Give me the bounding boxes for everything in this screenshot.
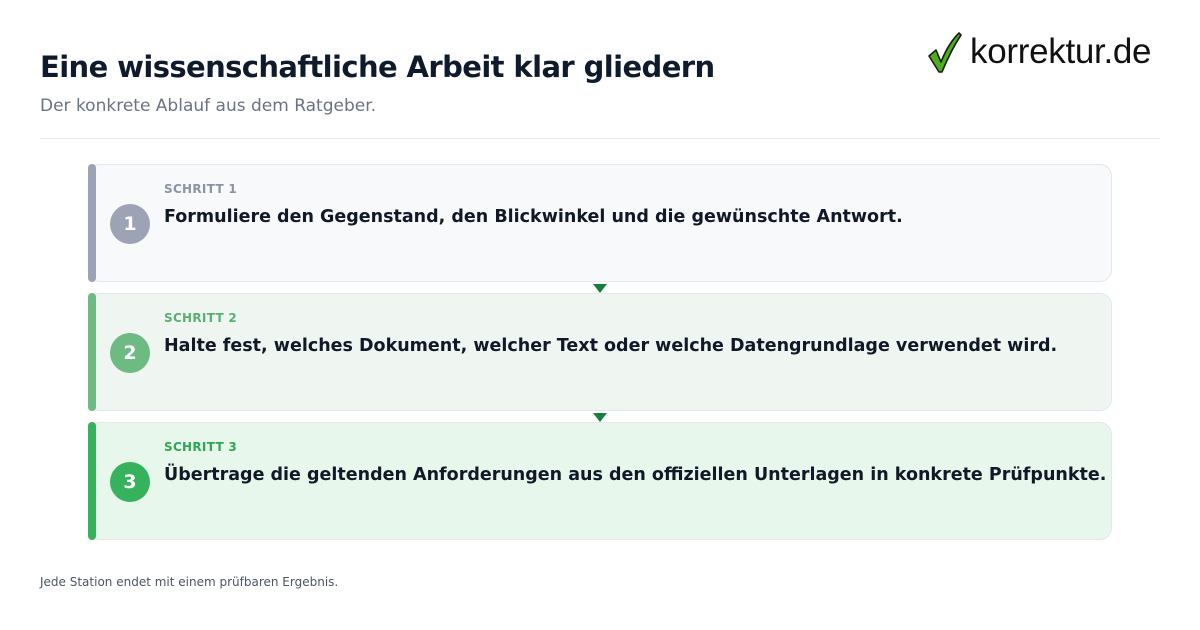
page-subtitle: Der konkrete Ablauf aus dem Ratgeber.: [40, 96, 377, 116]
step-card-2: 2 SCHRITT 2 Halte fest, welches Dokument…: [88, 293, 1112, 411]
step-accent-bar: [88, 422, 96, 540]
step-card-1: 1 SCHRITT 1 Formuliere den Gegenstand, d…: [88, 164, 1112, 282]
page-title: Eine wissenschaftliche Arbeit klar glied…: [40, 50, 715, 84]
brand-logo[interactable]: korrektur.de: [926, 30, 1152, 74]
step-card-3: 3 SCHRITT 3 Übertrage die geltenden Anfo…: [88, 422, 1112, 540]
footer-note: Jede Station endet mit einem prüfbaren E…: [40, 575, 339, 589]
step-number-badge: 2: [110, 333, 150, 373]
step-label: SCHRITT 2: [164, 311, 238, 325]
step-number-badge: 1: [110, 204, 150, 244]
checkmark-icon: [928, 32, 962, 73]
step-number-badge: 3: [110, 462, 150, 502]
brand-name: korrektur.de: [970, 32, 1152, 71]
step-description: Halte fest, welches Dokument, welcher Te…: [164, 336, 1058, 356]
down-arrow-icon: [593, 413, 607, 422]
step-accent-bar: [88, 293, 96, 411]
step-label: SCHRITT 1: [164, 182, 238, 196]
step-description: Formuliere den Gegenstand, den Blickwink…: [164, 207, 903, 227]
step-description: Übertrage die geltenden Anforderungen au…: [164, 465, 1107, 485]
step-accent-bar: [88, 164, 96, 282]
step-label: SCHRITT 3: [164, 440, 238, 454]
header-divider: [40, 138, 1160, 139]
down-arrow-icon: [593, 284, 607, 293]
